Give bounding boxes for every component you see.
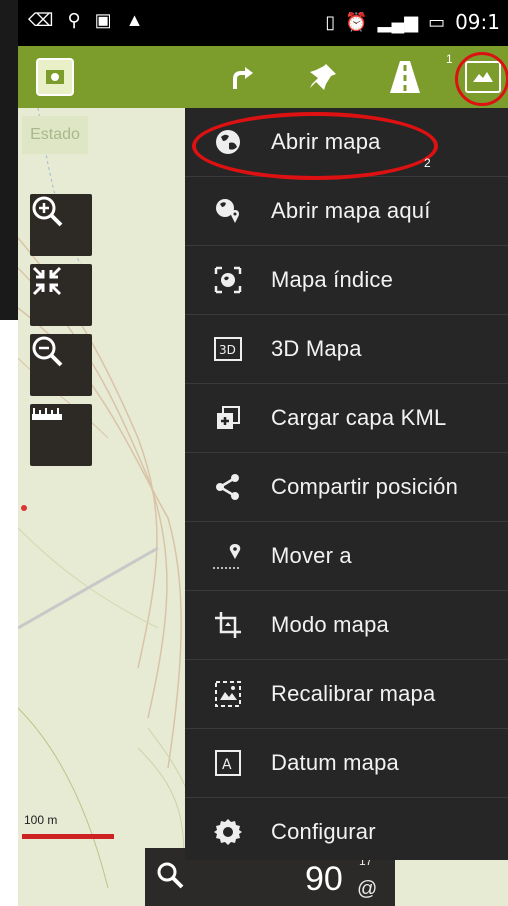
- notification-icons: ⌫ ⚲ ▣ ▲: [28, 10, 143, 31]
- menu-label: Configurar: [271, 819, 376, 844]
- status-label[interactable]: Estado: [22, 116, 88, 154]
- svg-text:3D: 3D: [219, 343, 236, 357]
- alarm-icon: ⏰: [345, 11, 368, 32]
- signal-icon: ▂▄▆: [377, 11, 419, 32]
- pushpin-icon: [310, 64, 336, 90]
- clock: 09:1: [455, 10, 500, 34]
- system-icons: ▯ ⏰ ▂▄▆ ▭ 09:1: [325, 10, 500, 34]
- menu-item-configurar[interactable]: Configurar: [185, 798, 508, 866]
- menu-label: Mover a: [271, 543, 352, 568]
- top-toolbar: [18, 46, 508, 108]
- fit-screen-button[interactable]: [30, 264, 92, 326]
- menu-item-abrir-mapa-aqui[interactable]: Abrir mapa aquí: [185, 177, 508, 246]
- svg-text:A: A: [222, 757, 232, 773]
- step-label-2: 2: [424, 156, 431, 170]
- crop-icon: [185, 610, 271, 640]
- menu-label: 3D Mapa: [271, 336, 362, 361]
- menu-label: Recalibrar mapa: [271, 681, 436, 706]
- menu-label: Abrir mapa aquí: [271, 198, 431, 223]
- menu-item-mapa-indice[interactable]: Mapa índice: [185, 246, 508, 315]
- scale-bar: [22, 834, 114, 839]
- warning-icon: ▲: [125, 10, 144, 30]
- vibrate-icon: ▯: [325, 11, 336, 32]
- globe-pin-icon: [185, 196, 271, 226]
- status-bar: ⌫ ⚲ ▣ ▲ ▯ ⏰ ▂▄▆ ▭ 09:1: [18, 0, 508, 46]
- menu-item-mover-a[interactable]: Mover a: [185, 522, 508, 591]
- zoom-out-button[interactable]: [30, 334, 92, 396]
- move-to-pin-icon: [185, 541, 271, 571]
- menu-item-recalibrar-mapa[interactable]: Recalibrar mapa: [185, 660, 508, 729]
- measure-button[interactable]: [30, 404, 92, 466]
- ruler-icon: [32, 408, 62, 420]
- compress-arrows-icon: [32, 266, 62, 296]
- zoom-unit: @: [357, 878, 378, 900]
- road-icon: [390, 61, 420, 93]
- kml-layer-icon: [185, 403, 271, 433]
- zoom-in-button[interactable]: [30, 194, 92, 256]
- search-icon[interactable]: [155, 860, 185, 897]
- menu-label: Modo mapa: [271, 612, 389, 637]
- zoom-out-icon: [32, 336, 63, 367]
- usb-icon: ⚲: [67, 10, 81, 30]
- menu-item-cargar-capa-kml[interactable]: Cargar capa KML: [185, 384, 508, 453]
- menu-label: Mapa índice: [271, 267, 394, 292]
- scale-label: 100 m: [24, 813, 58, 827]
- waypoint-button[interactable]: [298, 52, 348, 102]
- highlight-oval: [192, 112, 438, 180]
- gear-icon: [185, 817, 271, 847]
- menu-label: Datum mapa: [271, 750, 399, 775]
- battery-icon: ▭: [428, 11, 446, 32]
- menu-item-modo-mapa[interactable]: Modo mapa: [185, 591, 508, 660]
- share-icon: [185, 472, 271, 502]
- menu-item-compartir-posicion[interactable]: Compartir posición: [185, 453, 508, 522]
- datum-icon: A: [185, 749, 271, 777]
- app-screen: ⌫ ⚲ ▣ ▲ ▯ ⏰ ▂▄▆ ▭ 09:1 1 Estado 100 m 90…: [0, 0, 508, 906]
- maps-menu: Abrir mapa Abrir mapa aquí Mapa índice 3…: [185, 108, 508, 860]
- background-strip: [0, 0, 18, 320]
- menu-label: Compartir posición: [271, 474, 459, 499]
- navigation-button[interactable]: [380, 52, 430, 102]
- recalibrate-icon: [185, 679, 271, 709]
- zoom-in-icon: [32, 196, 63, 227]
- step-label-1: 1: [446, 52, 453, 66]
- route-button[interactable]: [218, 52, 268, 102]
- app-logo-button[interactable]: [30, 52, 80, 102]
- route-arrow-icon: [233, 67, 253, 89]
- index-map-icon: [185, 265, 271, 295]
- android-icon: ▣: [94, 10, 112, 30]
- map-logo-icon: [36, 58, 74, 96]
- menu-item-3d-mapa[interactable]: 3D 3D Mapa: [185, 315, 508, 384]
- highlight-circle: [455, 52, 508, 106]
- 3d-map-icon: 3D: [185, 336, 271, 362]
- menu-label: Cargar capa KML: [271, 405, 447, 430]
- back-notification-icon: ⌫: [28, 10, 54, 30]
- menu-item-datum-mapa[interactable]: A Datum mapa: [185, 729, 508, 798]
